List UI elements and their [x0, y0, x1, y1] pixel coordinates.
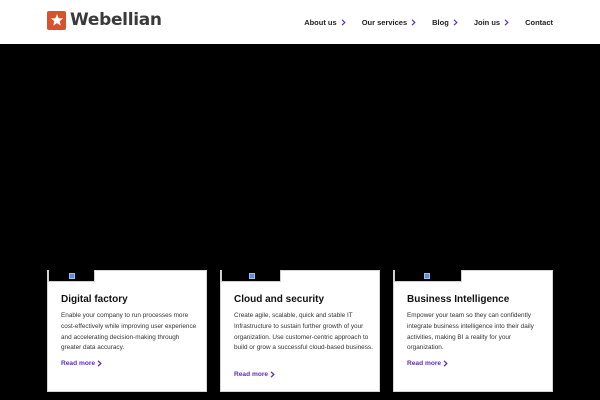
nav-label: About us	[304, 17, 337, 27]
read-more-label: Read more	[234, 371, 269, 378]
chevron-right-icon	[341, 18, 346, 26]
service-icon	[69, 273, 75, 279]
card-tab	[394, 270, 462, 282]
chevron-right-icon	[453, 18, 458, 26]
card-description: Empower your team so they can confidentl…	[407, 312, 534, 352]
card-title: Business Intelligence	[407, 294, 510, 305]
chevron-right-icon	[270, 371, 275, 378]
chevron-right-icon	[443, 360, 448, 367]
nav-item-blog[interactable]: Blog	[432, 18, 458, 27]
main-nav: About us Our services Blog Join us Conta…	[304, 0, 553, 44]
logo[interactable]: Webellian	[47, 10, 162, 30]
chevron-right-icon	[97, 360, 102, 367]
site-header: Webellian About us Our services Blog Joi…	[0, 0, 600, 44]
nav-label: Contact	[525, 17, 553, 27]
service-icon	[424, 273, 430, 279]
read-more-link[interactable]: Read more	[61, 360, 102, 367]
service-card-business-intelligence: Business Intelligence Empower your team …	[393, 270, 553, 392]
card-title: Digital factory	[61, 294, 128, 305]
read-more-link[interactable]: Read more	[407, 360, 448, 367]
nav-item-contact[interactable]: Contact	[525, 18, 553, 27]
card-tab	[48, 270, 95, 282]
card-tab	[221, 270, 281, 282]
chevron-right-icon	[504, 18, 509, 26]
card-title: Cloud and security	[234, 294, 325, 305]
card-description: Enable your company to run processes mor…	[61, 312, 197, 352]
chevron-right-icon	[411, 18, 416, 26]
service-card-digital-factory: Digital factory Enable your company to r…	[47, 270, 207, 392]
star-icon	[47, 10, 66, 30]
logo-text: Webellian	[70, 10, 162, 30]
nav-item-join-us[interactable]: Join us	[474, 18, 509, 27]
nav-label: Our services	[361, 17, 408, 27]
nav-item-about-us[interactable]: About us	[304, 18, 346, 27]
read-more-label: Read more	[61, 360, 96, 367]
nav-label: Join us	[473, 17, 501, 27]
card-description: Create agile, scalable, quick and stable…	[234, 312, 373, 352]
read-more-link[interactable]: Read more	[234, 371, 275, 378]
service-icon	[249, 273, 255, 279]
service-card-cloud-and-security: Cloud and security Create agile, scalabl…	[220, 270, 380, 392]
nav-label: Blog	[432, 17, 449, 27]
nav-item-our-services[interactable]: Our services	[362, 18, 416, 27]
read-more-label: Read more	[407, 360, 442, 367]
